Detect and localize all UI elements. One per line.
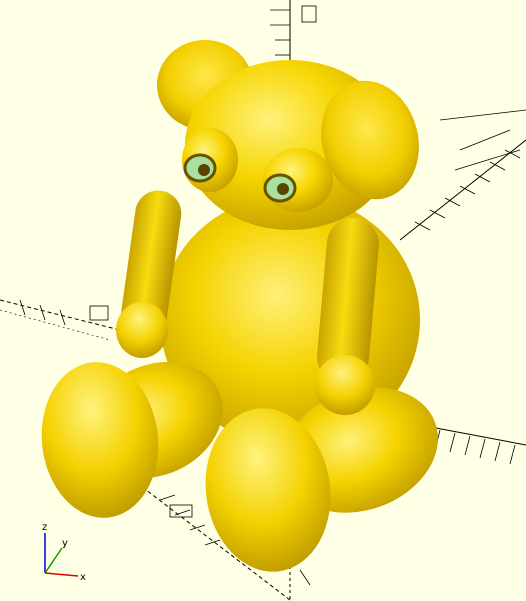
pupil-left <box>198 164 210 176</box>
gizmo-y-axis <box>44 547 63 574</box>
left-hand <box>116 302 168 358</box>
right-hand <box>315 355 375 415</box>
gizmo-y-label: y <box>62 538 68 549</box>
gizmo-z-label: z <box>42 522 47 533</box>
gizmo-x-label: x <box>80 572 86 583</box>
pupil-right <box>277 183 289 195</box>
gizmo-x-axis <box>44 572 79 577</box>
axes-gizmo: z y x <box>42 522 86 583</box>
teddy-bear-model[interactable] <box>34 40 456 580</box>
3d-viewport[interactable]: z y x <box>0 0 526 601</box>
